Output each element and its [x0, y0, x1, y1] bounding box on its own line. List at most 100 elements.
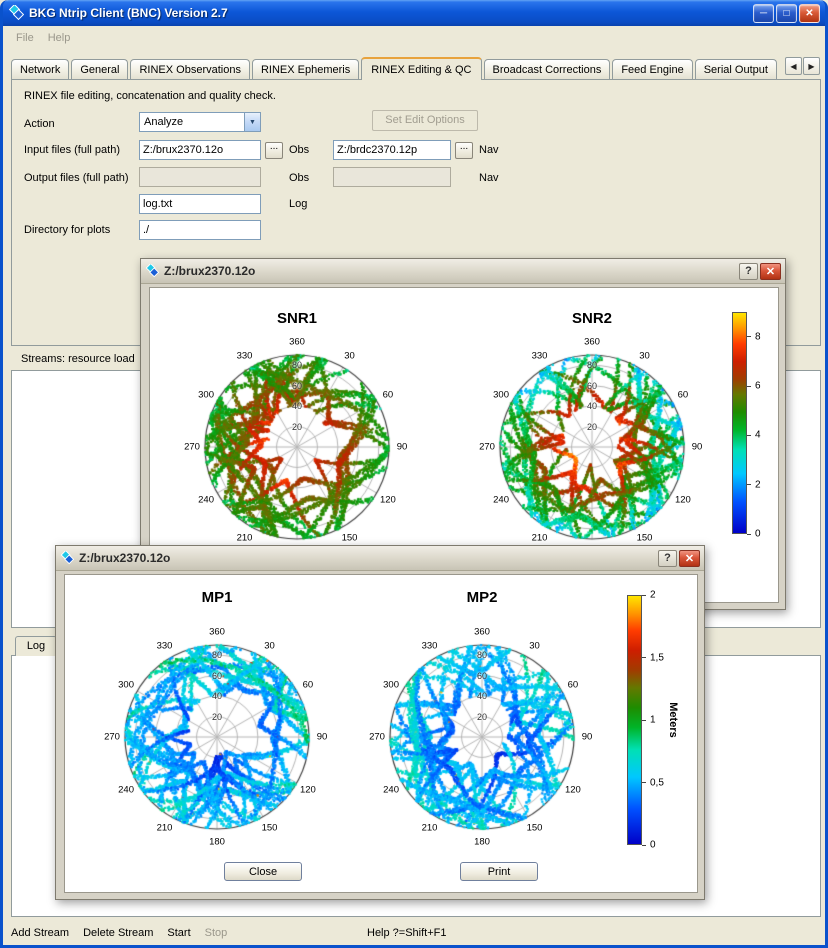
colorbar-tick-label: 0,5: [650, 777, 664, 788]
input-files-label: Input files (full path): [24, 144, 120, 156]
bnc-app-icon: [8, 5, 24, 21]
close-button[interactable]: ✕: [799, 4, 820, 23]
input-obs-field[interactable]: [139, 140, 261, 160]
elevation-label: 20: [477, 712, 487, 722]
snr-dialog-help-button[interactable]: ?: [739, 263, 758, 280]
snr-dialog-title: Z:/brux2370.12o: [164, 264, 737, 278]
azimuth-label: 150: [342, 532, 358, 543]
mp-print-button[interactable]: Print: [460, 862, 538, 881]
mp-colorbar: 21,510,50: [627, 595, 642, 845]
minimize-button[interactable]: ─: [753, 4, 774, 23]
obs-label-output: Obs: [289, 172, 309, 184]
azimuth-label: 60: [303, 679, 314, 690]
azimuth-label: 150: [262, 822, 278, 833]
maximize-button[interactable]: □: [776, 4, 797, 23]
colorbar-tick-label: 4: [755, 430, 761, 441]
mp-colorbar-unit-label: Meters: [667, 702, 679, 737]
colorbar-tick: [747, 484, 751, 485]
screen: BKG Ntrip Client (BNC) Version 2.7 ─ □ ✕…: [0, 0, 828, 948]
azimuth-label: 120: [300, 784, 316, 795]
azimuth-label: 360: [209, 627, 225, 638]
add-stream-action[interactable]: Add Stream: [11, 927, 69, 939]
azimuth-label: 330: [157, 641, 173, 652]
elevation-label: 60: [587, 381, 597, 391]
snr-dialog-titlebar[interactable]: Z:/brux2370.12o ? ✕: [141, 259, 785, 284]
azimuth-label: 150: [637, 532, 653, 543]
browse-nav-button[interactable]: ...: [455, 142, 473, 159]
tabbar: Network General RINEX Observations RINEX…: [3, 50, 825, 79]
snr1-plot-title: SNR1: [277, 310, 317, 327]
mp-dialog-titlebar[interactable]: Z:/brux2370.12o ? ✕: [56, 546, 704, 571]
tab-rinex-editing-qc[interactable]: RINEX Editing & QC: [361, 57, 481, 80]
azimuth-label: 240: [383, 784, 399, 795]
elevation-label: 60: [212, 671, 222, 681]
azimuth-label: 270: [184, 442, 200, 453]
colorbar-tick: [747, 435, 751, 436]
bnc-dialog-icon: [145, 264, 159, 278]
azimuth-label: 270: [479, 442, 495, 453]
help-hint: Help ?=Shift+F1: [367, 927, 447, 939]
output-files-label: Output files (full path): [24, 172, 129, 184]
colorbar-tick: [642, 845, 646, 846]
azimuth-label: 240: [118, 784, 134, 795]
menu-file[interactable]: File: [9, 30, 41, 46]
azimuth-label: 210: [532, 532, 548, 543]
mp-dialog-close-button[interactable]: ✕: [679, 550, 700, 567]
output-obs-field[interactable]: [139, 167, 261, 187]
start-action[interactable]: Start: [167, 927, 190, 939]
combo-dropdown-icon[interactable]: ▼: [244, 113, 260, 131]
elevation-label: 20: [587, 422, 597, 432]
azimuth-label: 90: [317, 732, 328, 743]
azimuth-label: 270: [104, 732, 120, 743]
tab-scroll-buttons: ◀ ▶: [781, 57, 820, 75]
set-edit-options-button[interactable]: Set Edit Options: [372, 110, 478, 131]
colorbar-tick: [747, 534, 751, 535]
stop-action[interactable]: Stop: [205, 927, 228, 939]
menu-help[interactable]: Help: [41, 30, 78, 46]
elevation-label: 40: [212, 691, 222, 701]
logfile-field[interactable]: [139, 194, 261, 214]
output-nav-field[interactable]: [333, 167, 451, 187]
menubar: File Help: [3, 26, 825, 50]
azimuth-label: 300: [198, 389, 214, 400]
elevation-label: 20: [212, 712, 222, 722]
streams-header: Streams: resource load: [21, 353, 135, 365]
tab-log[interactable]: Log: [15, 636, 57, 656]
tab-feed-engine[interactable]: Feed Engine: [612, 59, 692, 79]
colorbar-tick-label: 0: [650, 840, 656, 851]
tab-broadcast-corrections[interactable]: Broadcast Corrections: [484, 59, 611, 79]
delete-stream-action[interactable]: Delete Stream: [83, 927, 153, 939]
colorbar-tick-label: 1,5: [650, 652, 664, 663]
mp-plot-window: Z:/brux2370.12o ? ✕ MP1 MP2 360306090120…: [55, 545, 705, 900]
action-select[interactable]: Analyze ▼: [139, 112, 261, 132]
azimuth-label: 240: [493, 494, 509, 505]
tab-serial-output[interactable]: Serial Output: [695, 59, 777, 79]
tab-scroll-right-icon[interactable]: ▶: [803, 57, 820, 75]
colorbar-tick: [642, 595, 646, 596]
colorbar-tick-label: 2: [650, 590, 656, 601]
tab-scroll-left-icon[interactable]: ◀: [785, 57, 802, 75]
mp-close-button[interactable]: Close: [224, 862, 302, 881]
input-nav-field[interactable]: [333, 140, 451, 160]
tab-rinex-observations[interactable]: RINEX Observations: [130, 59, 249, 79]
tab-network[interactable]: Network: [11, 59, 69, 79]
action-label: Action: [24, 118, 55, 130]
mp1-plot-title: MP1: [202, 589, 233, 606]
window-title: BKG Ntrip Client (BNC) Version 2.7: [29, 6, 753, 20]
snr-dialog-close-button[interactable]: ✕: [760, 263, 781, 280]
colorbar-tick: [642, 720, 646, 721]
tab-general[interactable]: General: [71, 59, 128, 79]
log-label: Log: [289, 198, 307, 210]
azimuth-label: 90: [692, 442, 703, 453]
panel-intro-text: RINEX file editing, concatenation and qu…: [24, 90, 276, 102]
browse-obs-button[interactable]: ...: [265, 142, 283, 159]
tab-rinex-ephemeris[interactable]: RINEX Ephemeris: [252, 59, 359, 79]
plots-dir-field[interactable]: [139, 220, 261, 240]
titlebar[interactable]: BKG Ntrip Client (BNC) Version 2.7 ─ □ ✕: [3, 0, 825, 26]
mp2-plot-title: MP2: [467, 589, 498, 606]
snr1-skyplot: 3603060901201501802102402703003308060402…: [179, 329, 415, 565]
bnc-dialog-icon: [60, 551, 74, 565]
snr2-skyplot: 3603060901201501802102402703003308060402…: [474, 329, 710, 565]
azimuth-label: 360: [289, 337, 305, 348]
mp-dialog-help-button[interactable]: ?: [658, 550, 677, 567]
